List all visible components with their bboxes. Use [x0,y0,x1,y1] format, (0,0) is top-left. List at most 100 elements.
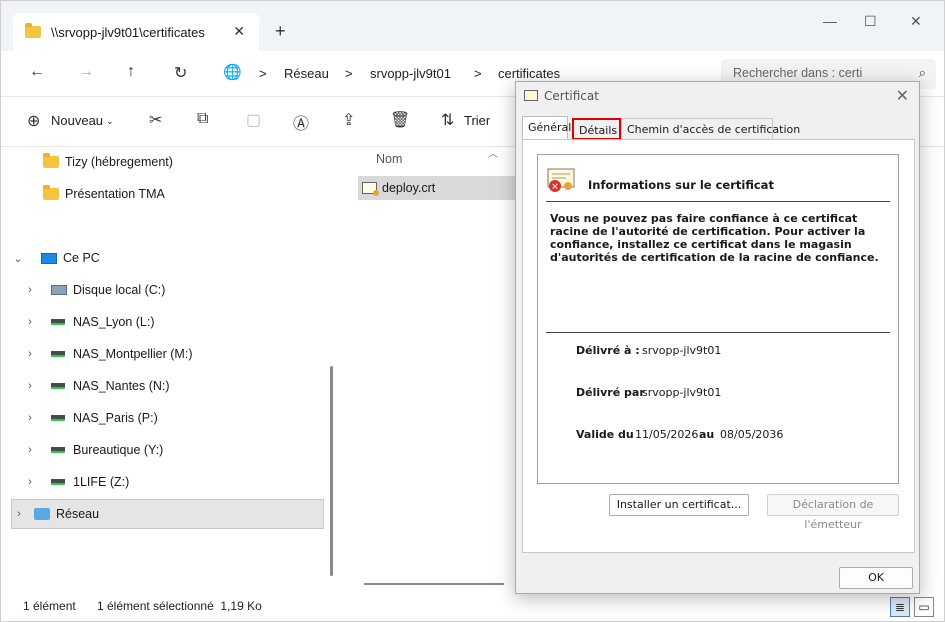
valid-from-label: Valide du [576,428,634,441]
rename-icon[interactable]: Ⓐ [293,110,309,134]
sidebar-item-label: NAS_Nantes (N:) [73,379,170,393]
valid-from-value: 11/05/2026 [635,428,699,441]
breadcrumb-separator: > [345,66,353,81]
maximize-button[interactable]: ☐ [864,13,877,30]
dialog-close-icon[interactable]: ✕ [896,86,909,105]
tab-certificates[interactable]: \\srvopp-jlv9t01\certificates ✕ [13,13,259,51]
horizontal-scrollbar[interactable] [364,583,504,585]
item-count: 1 élément [23,599,76,613]
dialog-title: Certificat [544,89,599,103]
info-title: Informations sur le certificat [588,178,774,192]
tab-close-icon[interactable]: ✕ [233,23,245,40]
tab-bar: \\srvopp-jlv9t01\certificates ✕ + — ☐ ✕ [1,1,944,51]
tab-certification-path[interactable]: Chemin d'accès de certification [621,118,800,140]
chevron-right-icon[interactable]: › [23,284,37,296]
chevron-right-icon[interactable]: › [23,412,37,424]
file-row[interactable]: deploy.crt [358,176,528,200]
sidebar-item-nas-nantes[interactable]: › NAS_Nantes (N:) [11,371,324,401]
divider [546,332,890,333]
column-header-name[interactable]: Nom [376,152,402,166]
sidebar-item-label: Tizy (hébregement) [65,155,173,169]
breadcrumb-server[interactable]: srvopp-jlv9t01 [370,66,451,81]
folder-icon [25,23,41,38]
details-view-icon[interactable]: ≣ [890,597,910,617]
breadcrumb-certificates[interactable]: certificates [498,66,560,81]
chevron-right-icon[interactable]: › [23,476,37,488]
certificate-info-box: ✕ Informations sur le certificat Vous ne… [537,154,899,484]
status-bar: 1 élément 1 élément sélectionné 1,19 Ko … [1,593,944,621]
chevron-right-icon[interactable]: › [23,444,37,456]
certificate-error-icon: ✕ [547,168,575,193]
sort-button[interactable]: Trier [464,113,490,128]
sidebar-item-label: Réseau [56,507,100,521]
new-button[interactable]: Nouveau [51,113,103,128]
chevron-down-icon: ⌄ [106,116,114,126]
close-window-button[interactable]: ✕ [910,13,922,30]
chevron-right-icon[interactable]: › [23,348,37,360]
sidebar-item-label: NAS_Lyon (L:) [73,315,155,329]
folder-icon [43,153,59,168]
sort-caret-icon: ︿ [488,149,498,160]
sidebar-item-nas-lyon[interactable]: › NAS_Lyon (L:) [11,307,324,337]
chevron-right-icon[interactable]: › [23,316,37,328]
copy-icon[interactable]: ⧉ [197,110,208,128]
network-globe-icon: 🌐 [223,64,242,81]
new-tab-button[interactable]: + [275,21,286,42]
forward-button[interactable]: → [78,63,94,81]
sidebar-item-presentation-tma[interactable]: Présentation TMA [11,179,324,209]
share-icon[interactable]: ⇪ [342,110,355,130]
breadcrumb-separator: > [474,66,482,81]
divider [546,201,890,202]
certificate-dialog: Certificat ✕ Général Détails Chemin d'ac… [515,81,920,594]
chevron-right-icon[interactable]: › [23,380,37,392]
sidebar-item-disque-local[interactable]: › Disque local (C:) [11,275,324,305]
issued-by-label: Délivré par [576,386,645,399]
sidebar-item-bureautique[interactable]: › Bureautique (Y:) [11,435,324,465]
breadcrumb-reseau[interactable]: Réseau [284,66,329,81]
network-icon [34,508,50,520]
chevron-down-icon[interactable]: ⌄ [11,252,25,265]
certificate-file-icon [362,182,379,196]
valid-to-label: au [699,428,715,441]
cut-icon[interactable]: ✂ [149,110,162,130]
back-button[interactable]: ← [29,63,45,81]
tab-details[interactable]: Détails [572,118,621,140]
folder-icon [43,185,59,200]
network-drive-icon [51,447,65,453]
issued-by-value: srvopp-jlv9t01 [642,386,722,399]
tab-general[interactable]: Général [522,116,571,140]
search-placeholder: Rechercher dans : certi [733,66,863,80]
valid-to-value: 08/05/2036 [720,428,784,441]
sidebar-item-nas-paris[interactable]: › NAS_Paris (P:) [11,403,324,433]
sidebar-item-label: Bureautique (Y:) [73,443,164,457]
chevron-right-icon[interactable]: › [12,508,26,520]
navigation-pane: Tizy (hébregement) Présentation TMA ⌄ Ce… [1,147,331,593]
ok-button[interactable]: OK [839,567,913,589]
up-button[interactable]: ↑ [127,63,135,81]
file-list: Nom ︿ deploy.crt [346,147,528,593]
sidebar-item-reseau[interactable]: › Réseau [11,499,324,529]
install-certificate-button[interactable]: Installer un certificat... [609,494,749,516]
delete-icon[interactable]: 🗑 [390,110,410,130]
tiles-view-icon[interactable]: ▭ [914,597,934,617]
network-drive-icon [51,479,65,485]
sidebar-item-label: Présentation TMA [65,187,165,201]
sidebar-item-ce-pc[interactable]: ⌄ Ce PC [11,243,324,273]
issued-to-label: Délivré à : [576,344,640,357]
minimize-button[interactable]: — [823,13,837,29]
selection-info: 1 élément sélectionné 1,19 Ko [97,599,262,613]
tab-title: \\srvopp-jlv9t01\certificates [51,24,205,40]
sidebar-item-1life[interactable]: › 1LIFE (Z:) [11,467,324,497]
sidebar-item-nas-montpellier[interactable]: › NAS_Montpellier (M:) [11,339,324,369]
issuer-statement-button[interactable]: Déclaration de l'émetteur [767,494,899,531]
certificate-icon [524,90,538,101]
general-tab-panel: ✕ Informations sur le certificat Vous ne… [522,139,915,553]
refresh-button[interactable]: ↻ [174,63,187,83]
sidebar-item-label: Ce PC [63,251,100,265]
sidebar-item-label: NAS_Paris (P:) [73,411,158,425]
sidebar-item-tizy[interactable]: Tizy (hébregement) [11,147,324,177]
search-icon: ⌕ [918,65,926,80]
paste-icon[interactable]: ▢ [246,110,261,130]
sidebar-scrollbar[interactable] [330,366,333,576]
breadcrumb-separator: > [259,66,267,81]
